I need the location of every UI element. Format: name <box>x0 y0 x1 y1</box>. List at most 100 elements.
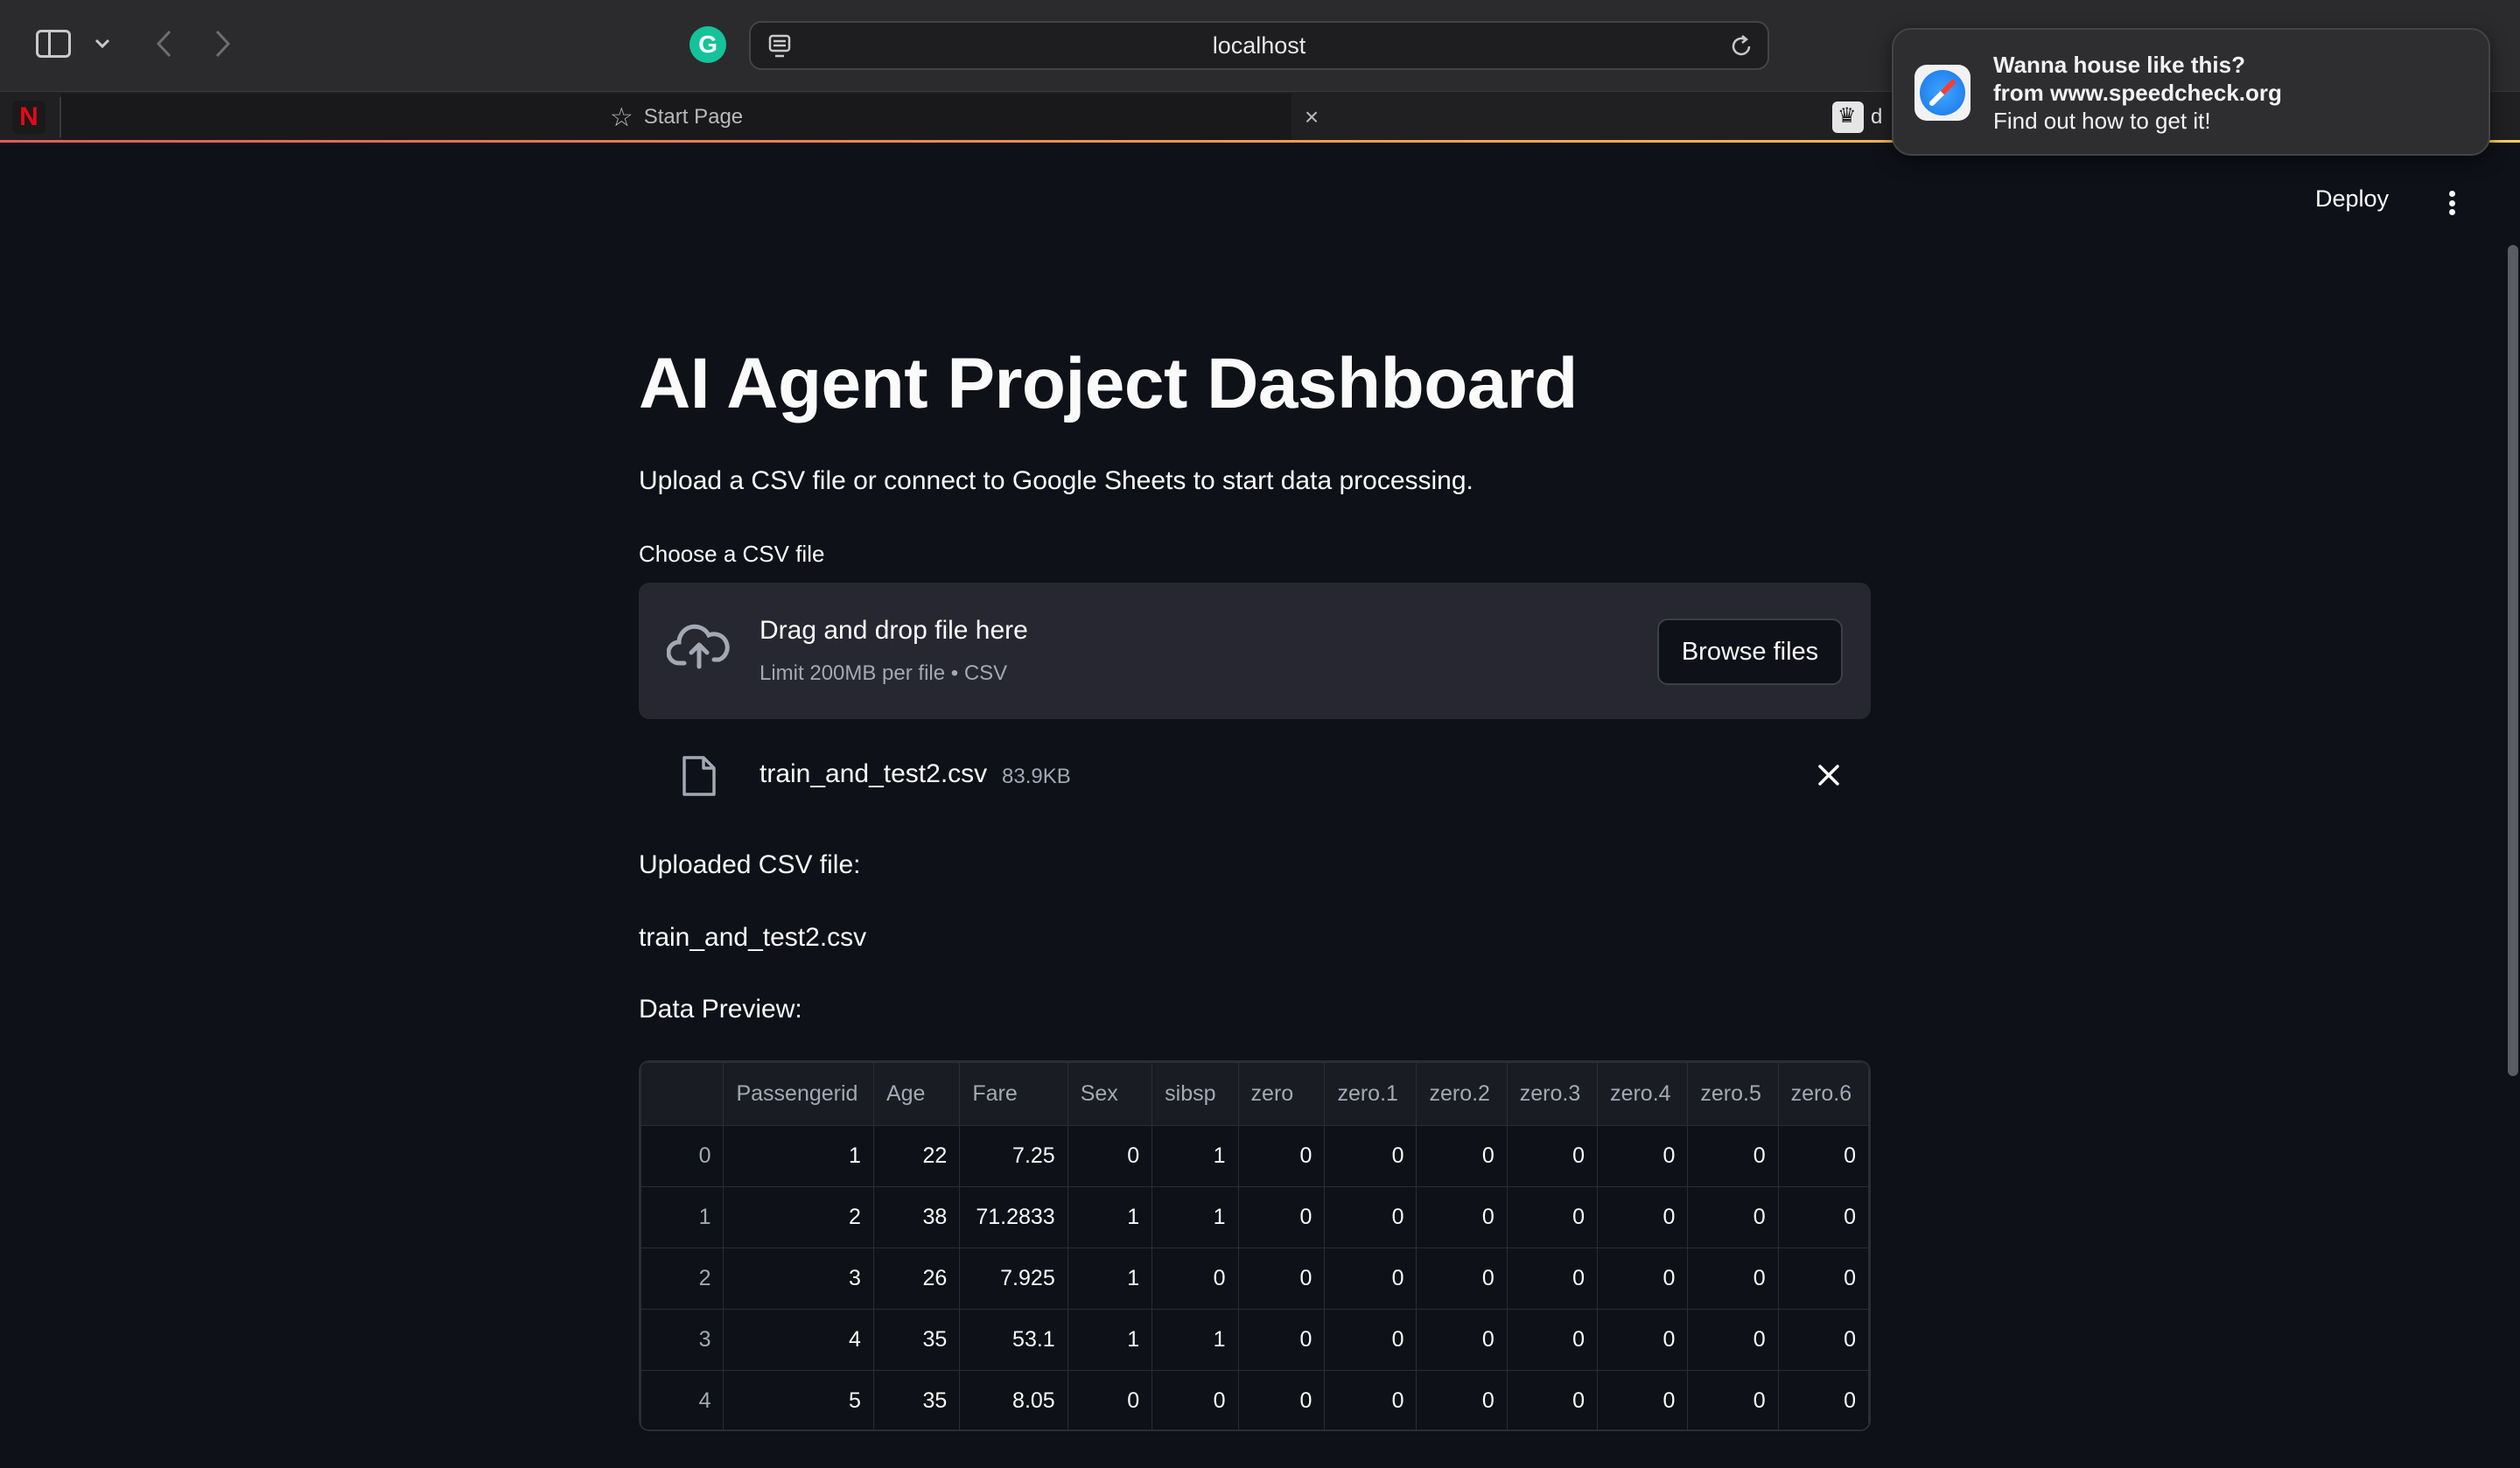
table-cell[interactable]: 0 <box>1324 1125 1418 1187</box>
table-cell[interactable]: 5 <box>723 1370 874 1430</box>
table-cell[interactable]: 0 <box>1324 1370 1418 1430</box>
column-header[interactable]: sibsp <box>1152 1062 1239 1126</box>
sidebar-toggle-icon[interactable] <box>33 26 74 61</box>
table-cell[interactable]: 0 <box>1324 1186 1418 1248</box>
table-cell[interactable]: 0 <box>1237 1125 1326 1187</box>
reload-icon[interactable] <box>1727 32 1755 60</box>
back-arrow-icon[interactable] <box>145 24 184 63</box>
table-cell[interactable]: 0 <box>1324 1309 1418 1371</box>
table-cell[interactable]: 0 <box>1416 1186 1508 1248</box>
table-cell[interactable]: 0 <box>1687 1309 1779 1371</box>
table-cell[interactable]: 1 <box>1152 1309 1239 1371</box>
main-menu-kebab-icon[interactable] <box>2441 185 2462 220</box>
table-cell[interactable]: 0 <box>1506 1125 1599 1187</box>
column-header[interactable]: zero.5 <box>1687 1062 1779 1126</box>
table-cell[interactable]: 0 <box>1067 1125 1153 1187</box>
column-header[interactable]: zero.2 <box>1416 1062 1508 1126</box>
table-cell[interactable]: 0 <box>1237 1248 1326 1310</box>
table-cell[interactable]: 0 <box>1506 1309 1599 1371</box>
table-cell[interactable]: 22 <box>872 1125 961 1187</box>
table-cell[interactable]: 0 <box>1416 1248 1508 1310</box>
table-cell[interactable]: 0 <box>1597 1309 1689 1371</box>
table-cell[interactable]: 1 <box>1152 1186 1239 1248</box>
column-header[interactable]: Sex <box>1067 1062 1153 1126</box>
table-cell[interactable]: 0 <box>1237 1186 1326 1248</box>
row-index-cell[interactable]: 4 <box>640 1370 724 1430</box>
grammarly-glyph: G <box>698 31 718 58</box>
table-cell[interactable]: 0 <box>1777 1186 1869 1248</box>
table-cell[interactable]: 1 <box>1067 1186 1153 1248</box>
table-cell[interactable]: 1 <box>1152 1125 1239 1187</box>
table-cell[interactable]: 53.1 <box>959 1309 1068 1371</box>
column-header[interactable]: zero <box>1237 1062 1326 1126</box>
table-cell[interactable]: 0 <box>1152 1248 1239 1310</box>
table-cell[interactable]: 71.2833 <box>959 1186 1068 1248</box>
browse-files-button[interactable]: Browse files <box>1657 619 1843 685</box>
column-header[interactable]: zero.4 <box>1597 1062 1689 1126</box>
table-cell[interactable]: 0 <box>1506 1248 1599 1310</box>
column-header[interactable]: zero.6 <box>1777 1062 1869 1126</box>
tab-other[interactable]: d <box>1832 99 1885 136</box>
table-cell[interactable]: 0 <box>1597 1370 1689 1430</box>
table-cell[interactable]: 2 <box>723 1186 874 1248</box>
table-cell[interactable]: 8.05 <box>959 1370 1068 1430</box>
forward-arrow-icon[interactable] <box>203 24 242 63</box>
notification-popup[interactable]: Wanna house like this? from www.speedche… <box>1892 28 2490 156</box>
table-cell[interactable]: 0 <box>1597 1186 1689 1248</box>
table-cell[interactable]: 0 <box>1597 1125 1689 1187</box>
column-header[interactable]: Age <box>872 1062 961 1126</box>
table-cell[interactable]: 0 <box>1777 1125 1869 1187</box>
table-body: 0 1 22 7.25 0 1 0 0 0 0 0 0 0 1 2 38 71.2833 1 1 0 0 0 0 0 0 0 2 3 2… <box>640 1125 1869 1430</box>
close-icon[interactable] <box>1811 758 1846 793</box>
table-cell[interactable]: 0 <box>1506 1370 1599 1430</box>
table-cell[interactable]: 0 <box>1777 1248 1869 1310</box>
table-cell[interactable]: 0 <box>1152 1370 1239 1430</box>
table-cell[interactable]: 26 <box>872 1248 961 1310</box>
row-index-cell[interactable]: 0 <box>640 1125 724 1187</box>
table-cell[interactable]: 0 <box>1237 1370 1326 1430</box>
scrollbar-thumb[interactable] <box>2508 245 2518 1076</box>
table-cell[interactable]: 3 <box>723 1248 874 1310</box>
chevron-down-icon[interactable] <box>88 26 117 61</box>
table-cell[interactable]: 1 <box>723 1125 874 1187</box>
table-cell[interactable]: 35 <box>872 1370 961 1430</box>
grammarly-extension-icon[interactable]: G <box>690 26 726 63</box>
row-index-cell[interactable]: 1 <box>640 1186 724 1248</box>
table-cell[interactable]: 0 <box>1687 1125 1779 1187</box>
row-index-cell[interactable]: 2 <box>640 1248 724 1310</box>
pinned-tab-netflix[interactable]: N <box>12 101 46 134</box>
address-bar[interactable]: localhost <box>749 21 1769 70</box>
table-cell[interactable]: 0 <box>1777 1309 1869 1371</box>
table-cell[interactable]: 0 <box>1687 1370 1779 1430</box>
table-cell[interactable]: 1 <box>1067 1309 1153 1371</box>
table-cell[interactable]: 38 <box>872 1186 961 1248</box>
column-header[interactable]: zero.1 <box>1324 1062 1418 1126</box>
table-cell[interactable]: 0 <box>1067 1370 1153 1430</box>
table-cell[interactable]: 0 <box>1687 1186 1779 1248</box>
data-preview-table[interactable]: Passengerid Age Fare Sex sibsp zero zero.1 zero… <box>639 1060 1871 1431</box>
table-cell[interactable]: 0 <box>1777 1370 1869 1430</box>
deploy-button[interactable]: Deploy <box>2315 185 2389 213</box>
row-index-cell[interactable]: 3 <box>640 1309 724 1371</box>
table-cell[interactable]: 0 <box>1416 1125 1508 1187</box>
tab-start-page[interactable]: ☆ Start Page <box>61 94 1292 141</box>
table-cell[interactable]: 0 <box>1416 1370 1508 1430</box>
table-cell[interactable]: 7.25 <box>959 1125 1068 1187</box>
table-cell[interactable]: 7.925 <box>959 1248 1068 1310</box>
file-dropzone[interactable]: Drag and drop file here Limit 200MB per … <box>639 583 1871 719</box>
table-cell[interactable]: 0 <box>1687 1248 1779 1310</box>
table-cell[interactable]: 0 <box>1597 1248 1689 1310</box>
table-cell[interactable]: 35 <box>872 1309 961 1371</box>
table-cell[interactable]: 1 <box>1067 1248 1153 1310</box>
tab-close-icon[interactable]: × <box>1292 94 1332 141</box>
table-cell[interactable]: 0 <box>1237 1309 1326 1371</box>
column-header[interactable]: Passengerid <box>723 1062 874 1126</box>
table-cell[interactable]: 4 <box>723 1309 874 1371</box>
index-column-header[interactable] <box>640 1062 724 1126</box>
table-cell[interactable]: 0 <box>1416 1309 1508 1371</box>
site-settings-icon[interactable] <box>766 33 793 59</box>
table-cell[interactable]: 0 <box>1324 1248 1418 1310</box>
table-cell[interactable]: 0 <box>1506 1186 1599 1248</box>
column-header[interactable]: Fare <box>959 1062 1068 1126</box>
column-header[interactable]: zero.3 <box>1506 1062 1599 1126</box>
